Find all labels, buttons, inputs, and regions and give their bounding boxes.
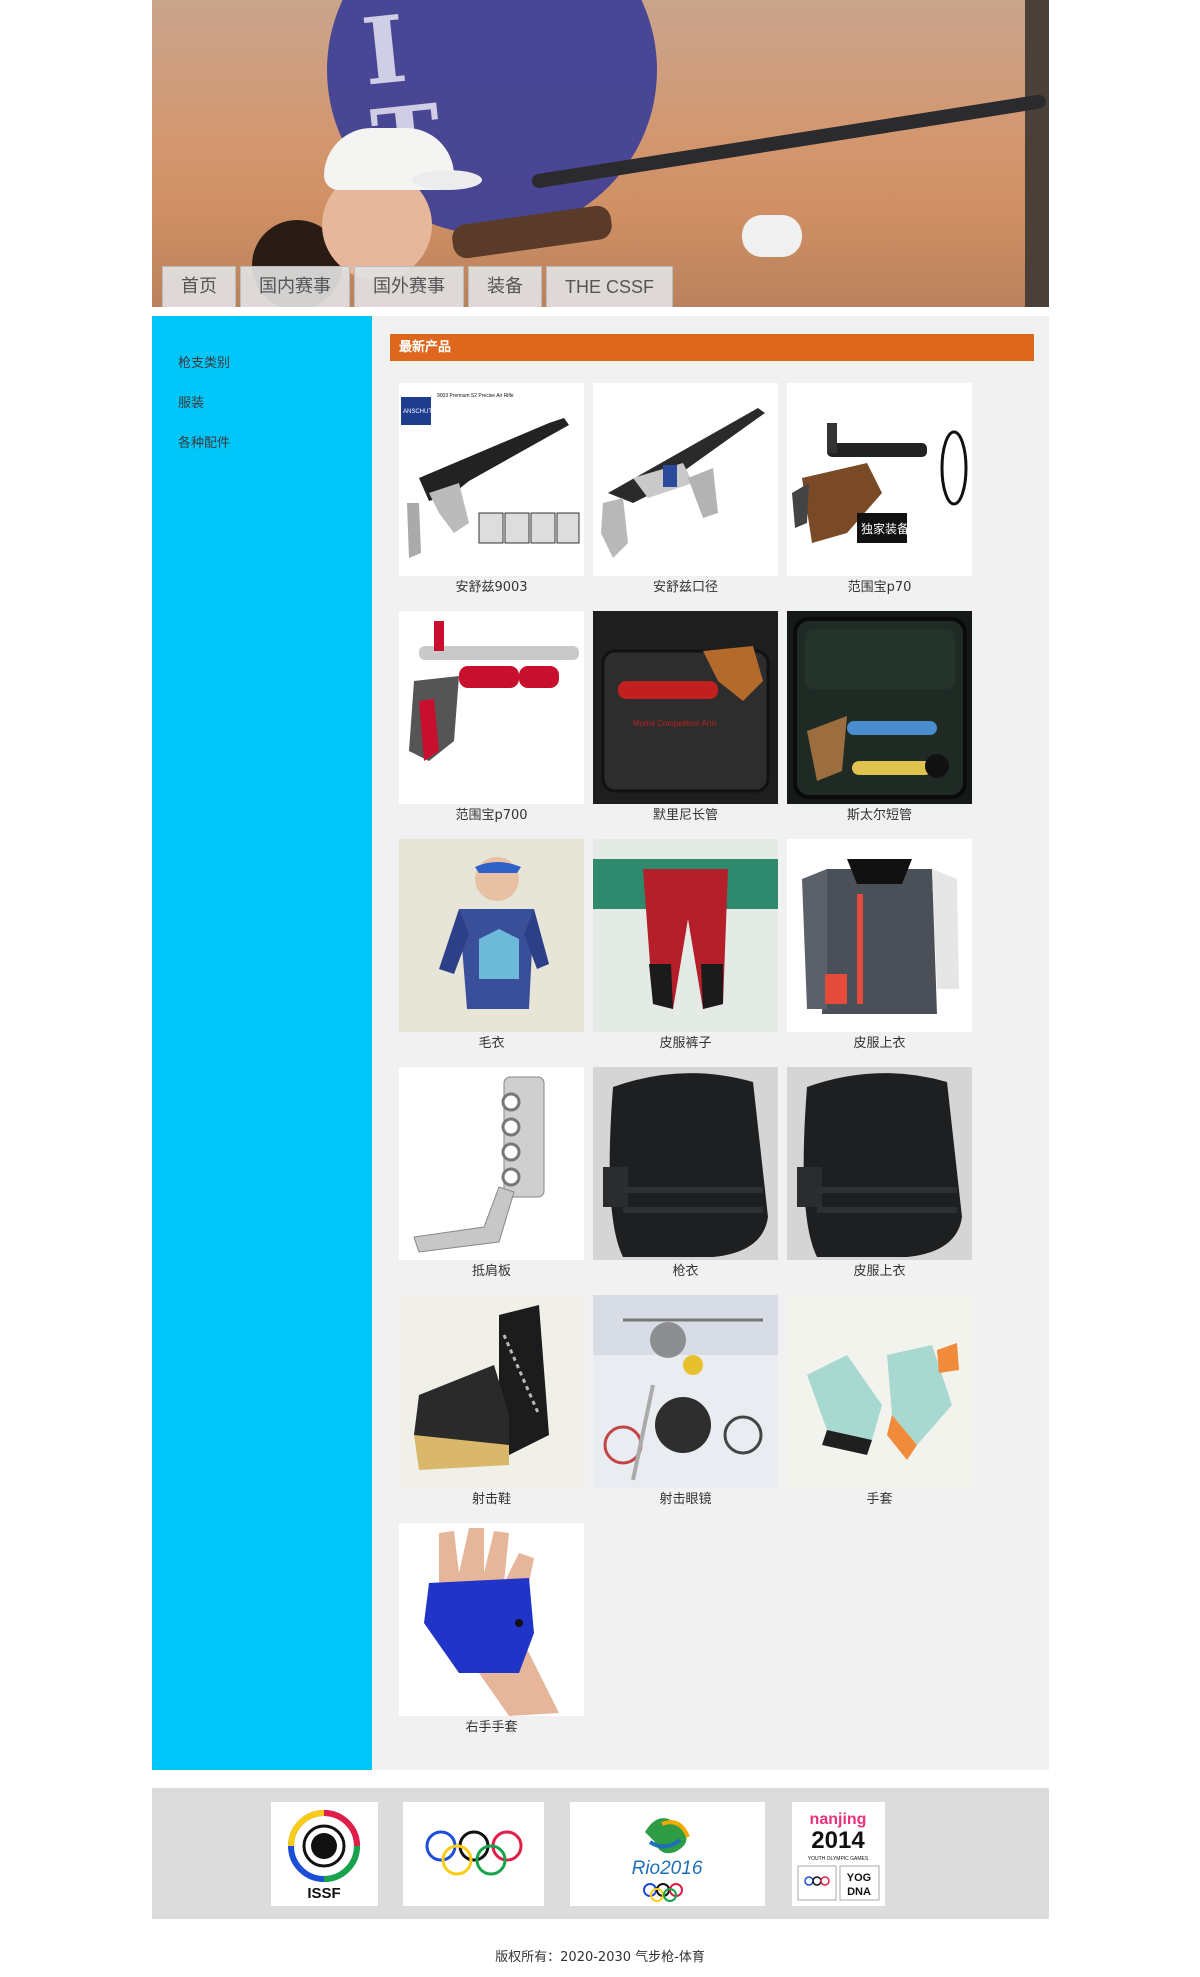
product-image-brand-label: ANSCHUTZ (403, 409, 436, 415)
product-card[interactable]: Morini Competition Arm 默里尼长管 (593, 611, 778, 823)
issf-logo-text: ISSF (307, 1885, 340, 1902)
nav-tab-home[interactable]: 首页 (162, 266, 236, 307)
product-image[interactable] (787, 839, 972, 1032)
nav-tab-equipment[interactable]: 装备 (468, 266, 542, 307)
banner-shooter-cap-brim (412, 170, 482, 190)
product-image[interactable] (593, 383, 778, 576)
product-image[interactable] (787, 1067, 972, 1260)
product-name[interactable]: 皮服裤子 (593, 1035, 778, 1052)
banner-shooter-glove (742, 215, 802, 257)
product-image[interactable]: Morini Competition Arm (593, 611, 778, 804)
product-image[interactable] (593, 1067, 778, 1260)
product-name[interactable]: 射击眼镜 (593, 1491, 778, 1508)
product-image-mark: 独家装备 (861, 521, 909, 536)
product-card[interactable]: 枪衣 (593, 1067, 778, 1279)
nanjing-2014-logo[interactable]: nanjing 2014 YOUTH OLYMPIC GAMES YOG DNA (792, 1802, 885, 1906)
product-name[interactable]: 默里尼长管 (593, 807, 778, 824)
nav-tab-foreign-events[interactable]: 国外赛事 (354, 266, 464, 307)
yog-text: YOG (847, 1872, 871, 1884)
product-image[interactable] (593, 839, 778, 1032)
main-nav: 首页 国内赛事 国外赛事 装备 THE CSSF (162, 266, 674, 307)
olympic-rings-logo[interactable] (403, 1802, 544, 1906)
product-card[interactable]: 射击鞋 (399, 1295, 584, 1507)
product-name[interactable]: 右手手套 (399, 1719, 584, 1736)
product-name[interactable]: 安舒兹口径 (593, 579, 778, 596)
product-name[interactable]: 范围宝p70 (787, 579, 972, 596)
content: 最新产品 ANSCHUTZ 9003 Premium S2 Precise Ai… (390, 334, 1034, 1735)
product-card[interactable]: 斯太尔短管 (787, 611, 972, 823)
sidebar-item-gun-categories[interactable]: 枪支类别 (178, 352, 230, 371)
sidebar-item-accessories[interactable]: 各种配件 (178, 432, 230, 451)
issf-logo[interactable]: ISSF (271, 1802, 378, 1906)
product-image[interactable] (593, 1295, 778, 1488)
nanjing-logo-name: nanjing (810, 1811, 867, 1828)
product-name[interactable]: 安舒兹9003 (399, 579, 584, 596)
product-image[interactable] (399, 1523, 584, 1716)
dna-text: DNA (847, 1886, 871, 1898)
rio-logo-text: Rio2016 (632, 1858, 703, 1879)
product-name[interactable]: 枪衣 (593, 1263, 778, 1280)
product-name[interactable]: 皮服上衣 (787, 1035, 972, 1052)
product-image[interactable] (399, 839, 584, 1032)
main-area: 枪支类别 服装 各种配件 最新产品 ANSCHUTZ 9003 Premium … (152, 316, 1049, 1770)
product-card[interactable]: 射击眼镜 (593, 1295, 778, 1507)
product-image[interactable] (399, 611, 584, 804)
product-image[interactable]: ANSCHUTZ 9003 Premium S2 Precise Air Rif… (399, 383, 584, 576)
product-name[interactable]: 斯太尔短管 (787, 807, 972, 824)
product-image[interactable]: 独家装备 (787, 383, 972, 576)
product-card[interactable]: 皮服上衣 (787, 839, 972, 1051)
banner-edge (1025, 0, 1049, 307)
rio-2016-logo[interactable]: Rio2016 (570, 1802, 765, 1906)
product-image-header-label: 9003 Premium S2 Precise Air Rifle (437, 393, 514, 399)
sidebar: 枪支类别 服装 各种配件 (152, 316, 372, 1770)
product-card[interactable]: 右手手套 (399, 1523, 584, 1735)
product-name[interactable]: 皮服上衣 (787, 1263, 972, 1280)
product-image-label: Morini Competition Arm (633, 719, 716, 728)
product-name[interactable]: 抵肩板 (399, 1263, 584, 1280)
product-image[interactable] (787, 611, 972, 804)
product-card[interactable]: 安舒兹口径 (593, 383, 778, 595)
product-card[interactable]: 抵肩板 (399, 1067, 584, 1279)
header-banner: IT 首页 国内赛事 国外赛事 装备 THE CSSF (152, 0, 1049, 307)
product-name[interactable]: 射击鞋 (399, 1491, 584, 1508)
nanjing-logo-year: 2014 (811, 1827, 865, 1854)
product-card[interactable]: 皮服上衣 (787, 1067, 972, 1279)
product-name[interactable]: 毛衣 (399, 1035, 584, 1052)
footer-logos: ISSF Rio2016 nanjing 2014 YOUTH OLYMPIC … (152, 1788, 1049, 1919)
sidebar-item-clothing[interactable]: 服装 (178, 392, 204, 411)
nav-tab-the-cssf[interactable]: THE CSSF (546, 266, 674, 307)
product-image[interactable] (787, 1295, 972, 1488)
product-image[interactable] (399, 1295, 584, 1488)
product-name[interactable]: 手套 (787, 1491, 972, 1508)
product-card[interactable]: 皮服裤子 (593, 839, 778, 1051)
product-card[interactable]: 毛衣 (399, 839, 584, 1051)
product-card[interactable]: 独家装备 范围宝p70 (787, 383, 972, 595)
nav-tab-domestic-events[interactable]: 国内赛事 (240, 266, 350, 307)
nanjing-logo-subtitle: YOUTH OLYMPIC GAMES (808, 1856, 869, 1862)
section-title: 最新产品 (390, 334, 1034, 361)
product-card[interactable]: ANSCHUTZ 9003 Premium S2 Precise Air Rif… (399, 383, 584, 595)
product-card[interactable]: 手套 (787, 1295, 972, 1507)
footer-copyright: 版权所有：2020-2030 气步枪-体育 (495, 1950, 705, 1965)
product-card[interactable]: 范围宝p700 (399, 611, 584, 823)
product-name[interactable]: 范围宝p700 (399, 807, 584, 824)
product-image[interactable] (399, 1067, 584, 1260)
